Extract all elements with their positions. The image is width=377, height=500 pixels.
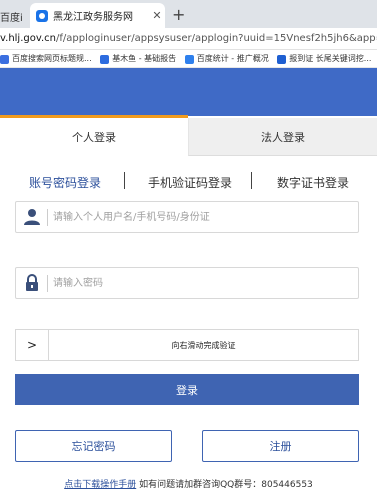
method-divider — [124, 172, 125, 189]
header-banner — [0, 68, 377, 116]
browser-tab-strip: 百度i 黑龙江政务服务网 ✕ + — [0, 0, 377, 28]
username-input[interactable] — [53, 206, 353, 228]
bookmark-label: 百度统计 - 推广概况 — [196, 54, 269, 63]
method-divider — [251, 172, 252, 189]
field-divider — [47, 275, 48, 292]
active-tab-indicator — [0, 115, 188, 118]
bookmark-item[interactable]: 百度统计 - 推广概况 — [184, 50, 269, 67]
tab-password-login[interactable]: 账号密码登录 — [29, 174, 101, 191]
bookmark-favicon-icon — [184, 54, 194, 64]
url-path: /f/apploginuser/appsysuser/applogin?uuid… — [56, 33, 377, 44]
username-field — [15, 201, 359, 233]
bookmark-item[interactable]: 基木鱼 - 基础报告 — [100, 50, 177, 67]
new-tab-icon[interactable]: + — [172, 5, 185, 24]
close-tab-icon[interactable]: ✕ — [149, 9, 165, 22]
url-host: v.hlj.gov.cn — [0, 33, 57, 44]
forgot-password-button[interactable]: 忘记密码 — [15, 430, 172, 462]
bookmarks-bar: 百度搜索网页标题规... 基木鱼 - 基础报告 百度统计 - 推广概况 报到证 … — [0, 50, 377, 68]
download-manual-link[interactable]: 点击下载操作手册 — [64, 480, 136, 490]
field-divider — [47, 209, 48, 226]
bookmark-item[interactable]: 报到证 长尾关键词挖... — [277, 50, 372, 67]
bookmark-label: 基木鱼 - 基础报告 — [112, 54, 177, 63]
bookmark-favicon-icon — [100, 54, 110, 64]
help-footer: 点击下载操作手册 如有问题请加群咨询QQ群号：805446553 — [0, 477, 377, 490]
slider-hint: 向右滑动完成验证 — [171, 340, 236, 350]
bookmark-label: 报到证 长尾关键词挖... — [289, 54, 372, 63]
password-input[interactable] — [53, 272, 353, 294]
login-method-tabs: 账号密码登录 手机验证码登录 数字证书登录 — [0, 168, 377, 196]
register-button[interactable]: 注册 — [202, 430, 359, 462]
qq-group-text: 如有问题请加群咨询QQ群号：805446553 — [139, 480, 313, 490]
tab-legal-login[interactable]: 法人登录 — [188, 118, 377, 156]
slider-handle[interactable]: > — [16, 330, 49, 360]
slide-verification: > 向右滑动完成验证 — [15, 329, 359, 361]
password-field — [15, 267, 359, 299]
login-button[interactable]: 登录 — [15, 374, 359, 405]
bookmark-label: 百度搜索网页标题规... — [12, 54, 92, 63]
chevron-right-icon: > — [26, 338, 38, 352]
lock-icon — [23, 274, 41, 292]
tab-certificate-login[interactable]: 数字证书登录 — [277, 174, 349, 191]
bookmark-favicon-icon — [277, 54, 287, 64]
login-type-tabs: 个人登录 法人登录 — [0, 118, 377, 156]
browser-tab-active[interactable]: 黑龙江政务服务网 ✕ — [30, 3, 165, 28]
bookmark-favicon-icon — [0, 54, 9, 64]
tab-sms-login[interactable]: 手机验证码登录 — [148, 174, 232, 191]
address-bar[interactable]: v.hlj.gov.cn/f/apploginuser/appsysuser/a… — [0, 28, 377, 50]
browser-tab-previous[interactable]: 百度i — [0, 5, 28, 28]
user-icon — [23, 208, 41, 226]
browser-tab-previous-title: 百度i — [0, 13, 23, 24]
tab-personal-login[interactable]: 个人登录 — [0, 118, 188, 156]
bookmark-item[interactable]: 百度搜索网页标题规... — [0, 50, 92, 67]
site-favicon-icon — [36, 9, 48, 22]
browser-tab-title: 黑龙江政务服务网 — [53, 12, 133, 23]
